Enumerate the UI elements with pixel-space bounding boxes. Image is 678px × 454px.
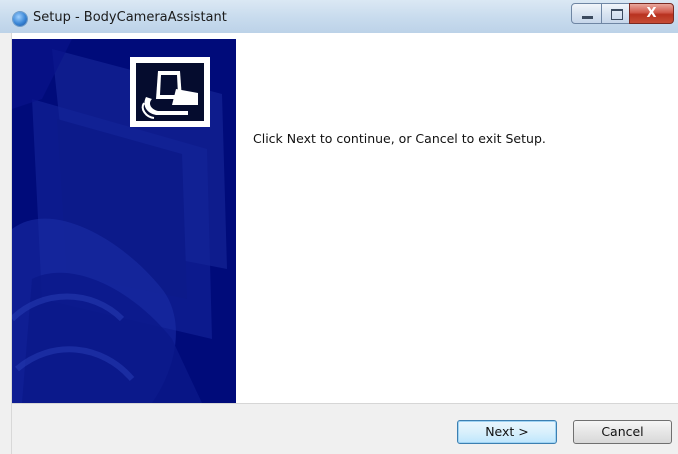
next-button[interactable]: Next > xyxy=(457,420,557,444)
close-icon: X xyxy=(646,6,657,21)
setup-app-icon xyxy=(13,12,27,26)
title-bar[interactable]: Setup - BodyCameraAssistant X xyxy=(0,0,678,33)
installer-computer-icon xyxy=(136,63,204,121)
installer-logo xyxy=(130,57,210,127)
window-controls: X xyxy=(571,3,674,24)
minimize-icon xyxy=(582,16,593,19)
window-title: Setup - BodyCameraAssistant xyxy=(33,10,227,25)
wizard-content-area xyxy=(236,39,678,403)
minimize-button[interactable] xyxy=(571,3,602,24)
wizard-message: Click Next to continue, or Cancel to exi… xyxy=(253,131,546,146)
maximize-icon xyxy=(611,9,623,20)
setup-wizard-window: Setup - BodyCameraAssistant X Click Next… xyxy=(0,0,678,454)
cancel-button[interactable]: Cancel xyxy=(573,420,672,444)
maximize-button[interactable] xyxy=(601,3,630,24)
close-button[interactable]: X xyxy=(629,3,674,24)
window-left-border xyxy=(0,33,12,454)
